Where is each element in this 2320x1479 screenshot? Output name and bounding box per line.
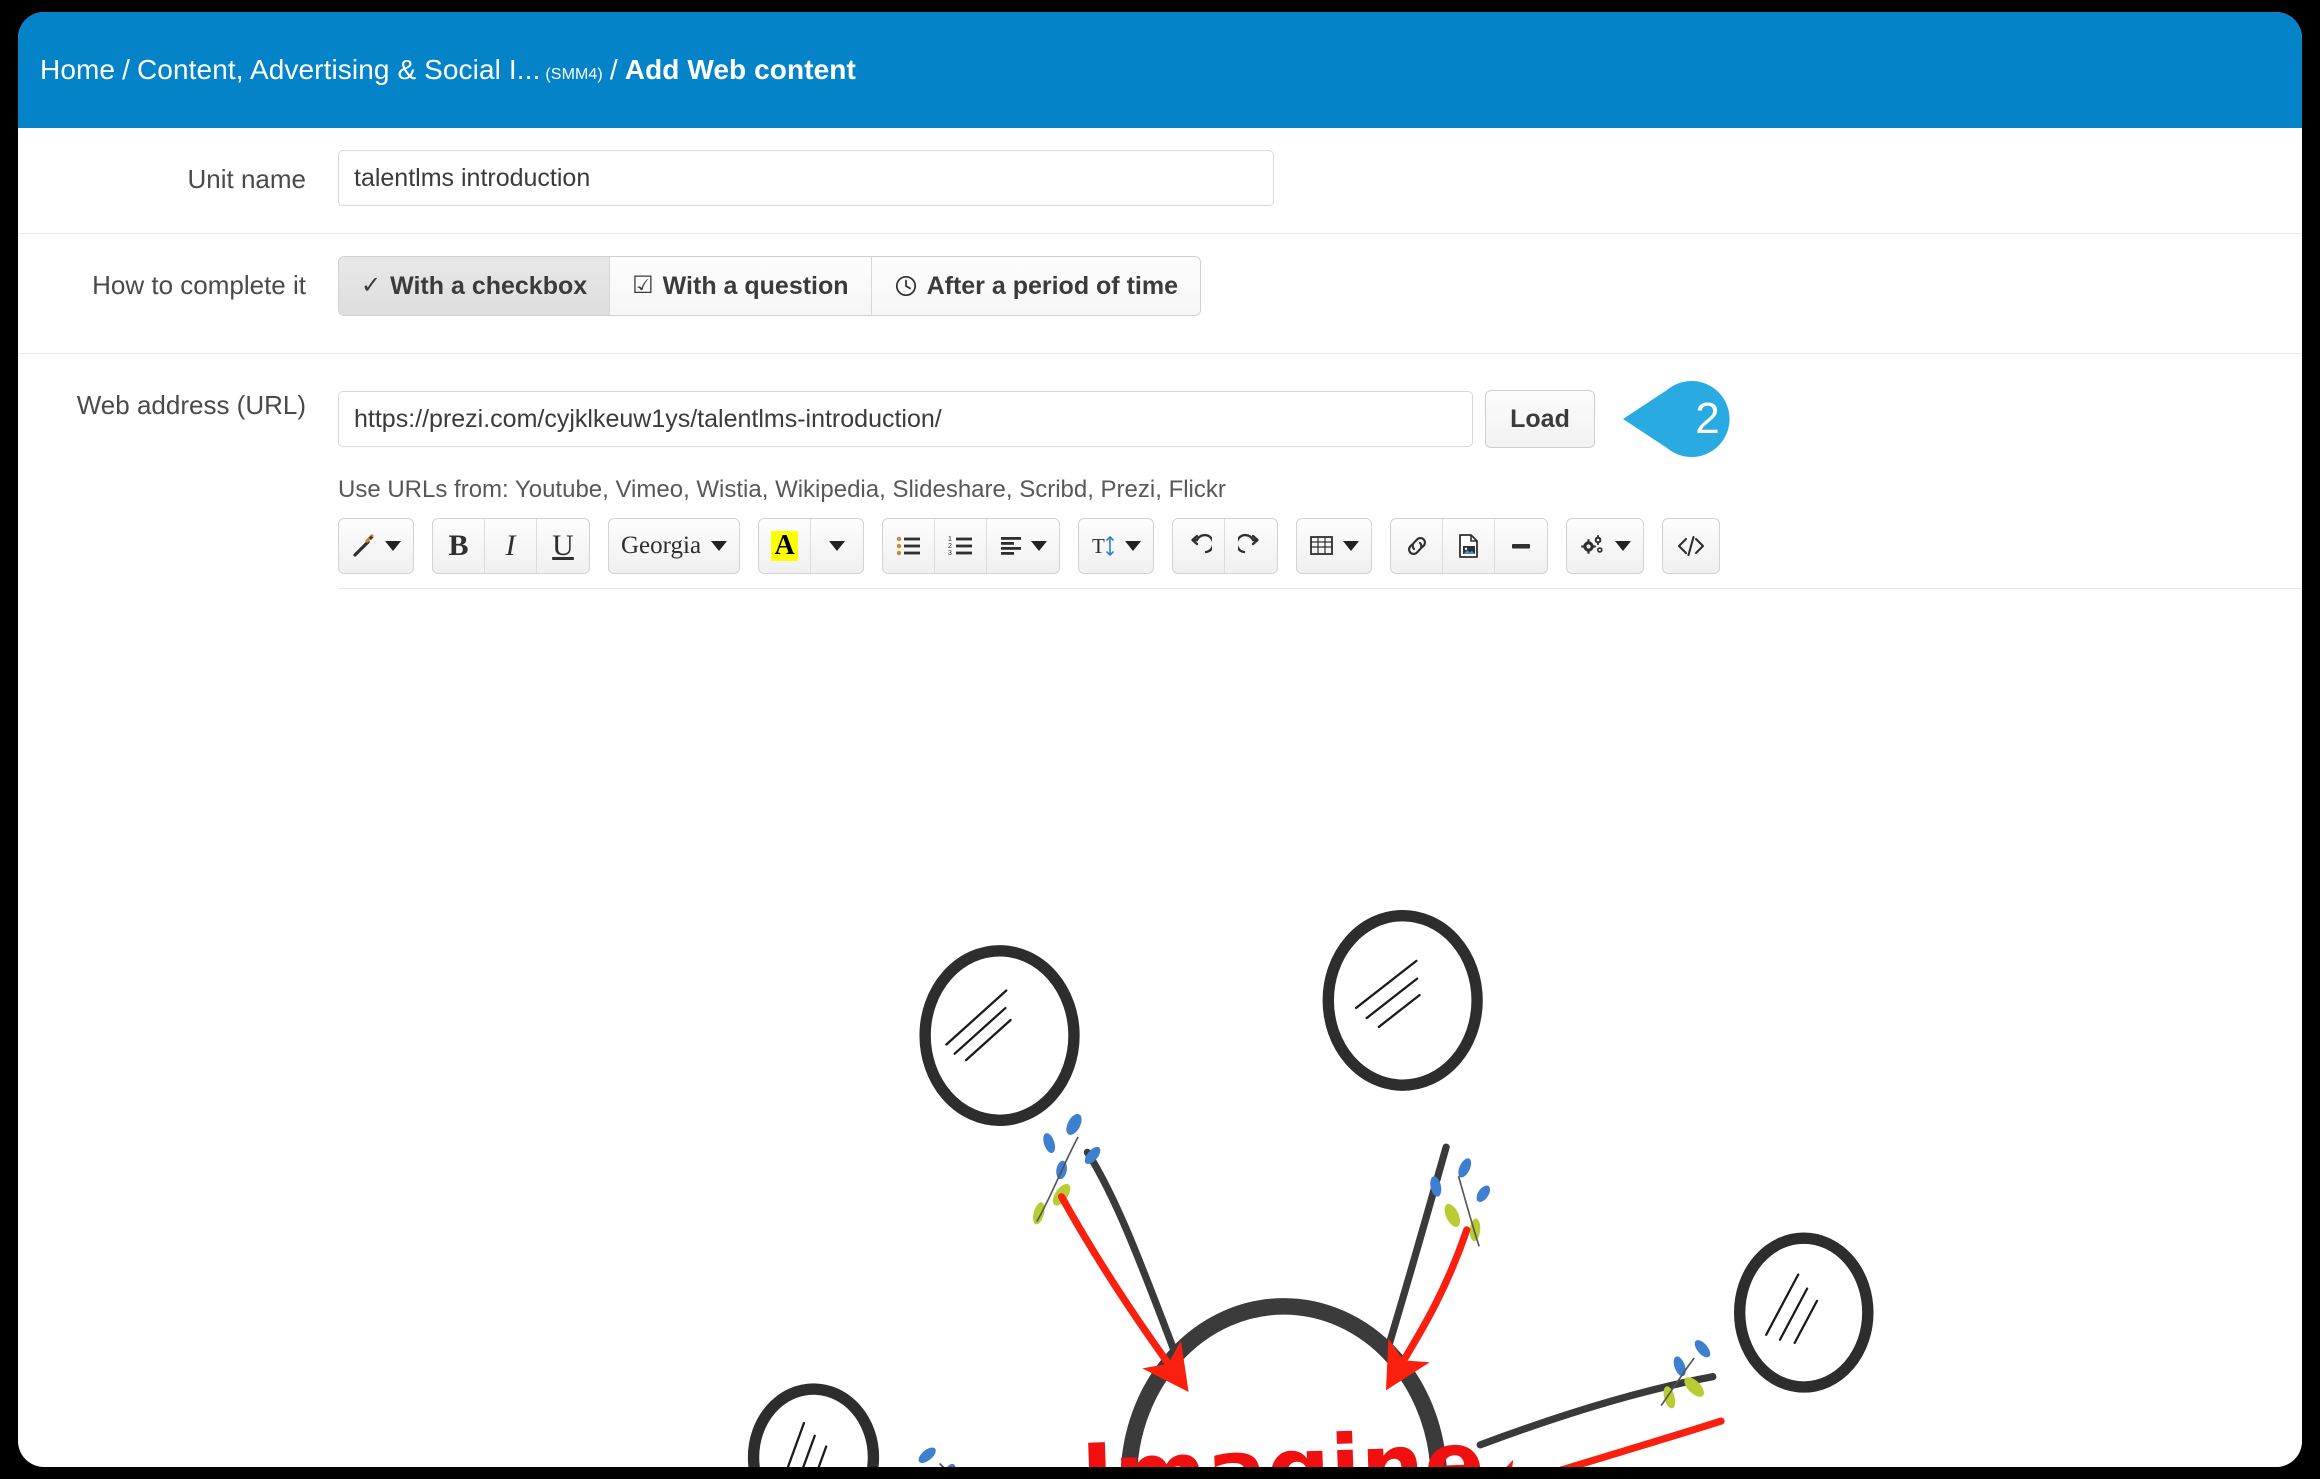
horizontal-rule-icon[interactable]	[1495, 519, 1547, 573]
load-button[interactable]: Load	[1485, 390, 1595, 448]
redo-icon[interactable]	[1225, 519, 1277, 573]
page-header: Home / Content, Advertising & Social I..…	[18, 12, 2302, 128]
underline-button[interactable]: U	[537, 519, 589, 573]
unit-name-field-wrap	[306, 128, 2302, 228]
table-icon[interactable]	[1297, 519, 1371, 573]
node-circle-right	[1733, 1232, 1874, 1393]
toolbar-group-line-height: T	[1078, 518, 1155, 574]
complete-option-group: ✓ With a checkbox ☑ With a question Afte…	[338, 256, 1201, 316]
toolbar-group-history	[1172, 518, 1279, 574]
clock-icon	[894, 274, 918, 298]
complete-option-question-label: With a question	[662, 271, 849, 300]
node-circle-left	[747, 1383, 880, 1467]
page-title: Add Web content	[624, 54, 856, 85]
complete-option-question[interactable]: ☑ With a question	[610, 257, 872, 315]
highlight-letter: A	[771, 531, 798, 561]
svg-text:T: T	[1092, 534, 1105, 558]
toolbar-group-table	[1296, 518, 1373, 574]
toolbar-group-highlight: A	[758, 518, 865, 574]
chevron-down-icon	[1031, 541, 1048, 551]
checkbox-question-icon: ☑	[632, 272, 654, 299]
callout-number: 2	[1695, 394, 1720, 443]
chevron-down-icon	[1343, 541, 1360, 551]
complete-option-time-label: After a period of time	[926, 271, 1178, 300]
chevron-down-icon	[1615, 541, 1632, 551]
complete-option-checkbox-label: With a checkbox	[390, 271, 588, 300]
url-input[interactable]	[338, 391, 1473, 447]
editor-toolbar: B I U Georgia A 1 2 3 T	[338, 518, 2302, 588]
link-icon[interactable]	[1391, 519, 1444, 573]
editor-content-area[interactable]: Imagine	[338, 588, 2302, 1467]
app-window: Home / Content, Advertising & Social I..…	[18, 12, 2302, 1467]
node-circle-upper-right	[1322, 909, 1483, 1091]
magic-wand-icon[interactable]	[339, 519, 413, 573]
bold-button[interactable]: B	[433, 519, 485, 573]
callout-badge-2: 2	[1623, 376, 1758, 462]
breadcrumb-course-code: (SMM4)	[545, 66, 603, 83]
unordered-list-icon[interactable]	[883, 519, 936, 573]
unit-name-input[interactable]	[338, 150, 1274, 206]
undo-icon[interactable]	[1173, 519, 1226, 573]
url-input-line: Load 2	[338, 376, 2302, 462]
node-circle-upper-left	[919, 945, 1080, 1126]
breadcrumb-home[interactable]: Home	[40, 54, 115, 86]
chevron-down-icon	[711, 541, 728, 551]
breadcrumb-separator-2: /	[609, 54, 618, 85]
complete-option-time[interactable]: After a period of time	[871, 257, 1200, 315]
ordered-list-icon[interactable]: 1 2 3	[935, 519, 988, 573]
form-row-url: Web address (URL) Load 2 Use URLs from: …	[18, 354, 2302, 1467]
align-icon[interactable]	[987, 519, 1059, 573]
toolbar-group-lists: 1 2 3	[882, 518, 1061, 574]
svg-text:3: 3	[948, 550, 952, 557]
source-code-icon[interactable]	[1663, 519, 1719, 573]
form-row-unit-name: Unit name	[18, 128, 2302, 234]
chevron-down-icon	[829, 541, 846, 551]
font-family-value: Georgia	[621, 532, 702, 559]
toolbar-group-insert	[1390, 518, 1549, 574]
svg-text:2: 2	[948, 543, 952, 550]
chevron-down-icon	[1125, 541, 1142, 551]
breadcrumb-course[interactable]: Content, Advertising & Social I...	[137, 54, 540, 86]
url-field-wrap: Load 2 Use URLs from: Youtube, Vimeo, Wi…	[306, 354, 2302, 1467]
complete-option-checkbox[interactable]: ✓ With a checkbox	[339, 257, 611, 315]
check-icon: ✓	[361, 272, 382, 299]
url-label: Web address (URL)	[76, 390, 306, 420]
toolbar-group-source	[1662, 518, 1721, 574]
text-highlight-color-caret[interactable]	[811, 519, 863, 573]
breadcrumb-separator-1: /	[122, 54, 130, 85]
toolbar-group-styles	[338, 518, 414, 574]
chevron-down-icon	[385, 541, 401, 551]
line-height-icon[interactable]: T	[1079, 519, 1153, 573]
settings-gears-icon[interactable]	[1567, 519, 1643, 573]
url-hint: Use URLs from: Youtube, Vimeo, Wistia, W…	[338, 476, 1226, 503]
image-icon[interactable]	[1443, 519, 1496, 573]
complete-label: How to complete it	[92, 270, 306, 300]
rich-text-editor: B I U Georgia A 1 2 3 T Imagine	[338, 504, 2302, 1467]
svg-text:1: 1	[948, 536, 952, 543]
toolbar-group-bold-italic-underline: B I U	[432, 518, 590, 574]
complete-field-wrap: ✓ With a checkbox ☑ With a question Afte…	[306, 234, 2302, 338]
form-row-complete: How to complete it ✓ With a checkbox ☑ W…	[18, 234, 2302, 354]
toolbar-group-settings	[1566, 518, 1645, 574]
unit-name-label: Unit name	[187, 164, 307, 194]
font-family-select[interactable]: Georgia	[609, 519, 739, 573]
toolbar-group-font: Georgia	[608, 518, 741, 574]
breadcrumb: Home / Content, Advertising & Social I..…	[40, 54, 856, 86]
italic-button[interactable]: I	[485, 519, 537, 573]
prezi-mindmap-preview[interactable]: Imagine	[338, 589, 2302, 1467]
text-highlight-color-button[interactable]: A	[759, 519, 812, 573]
